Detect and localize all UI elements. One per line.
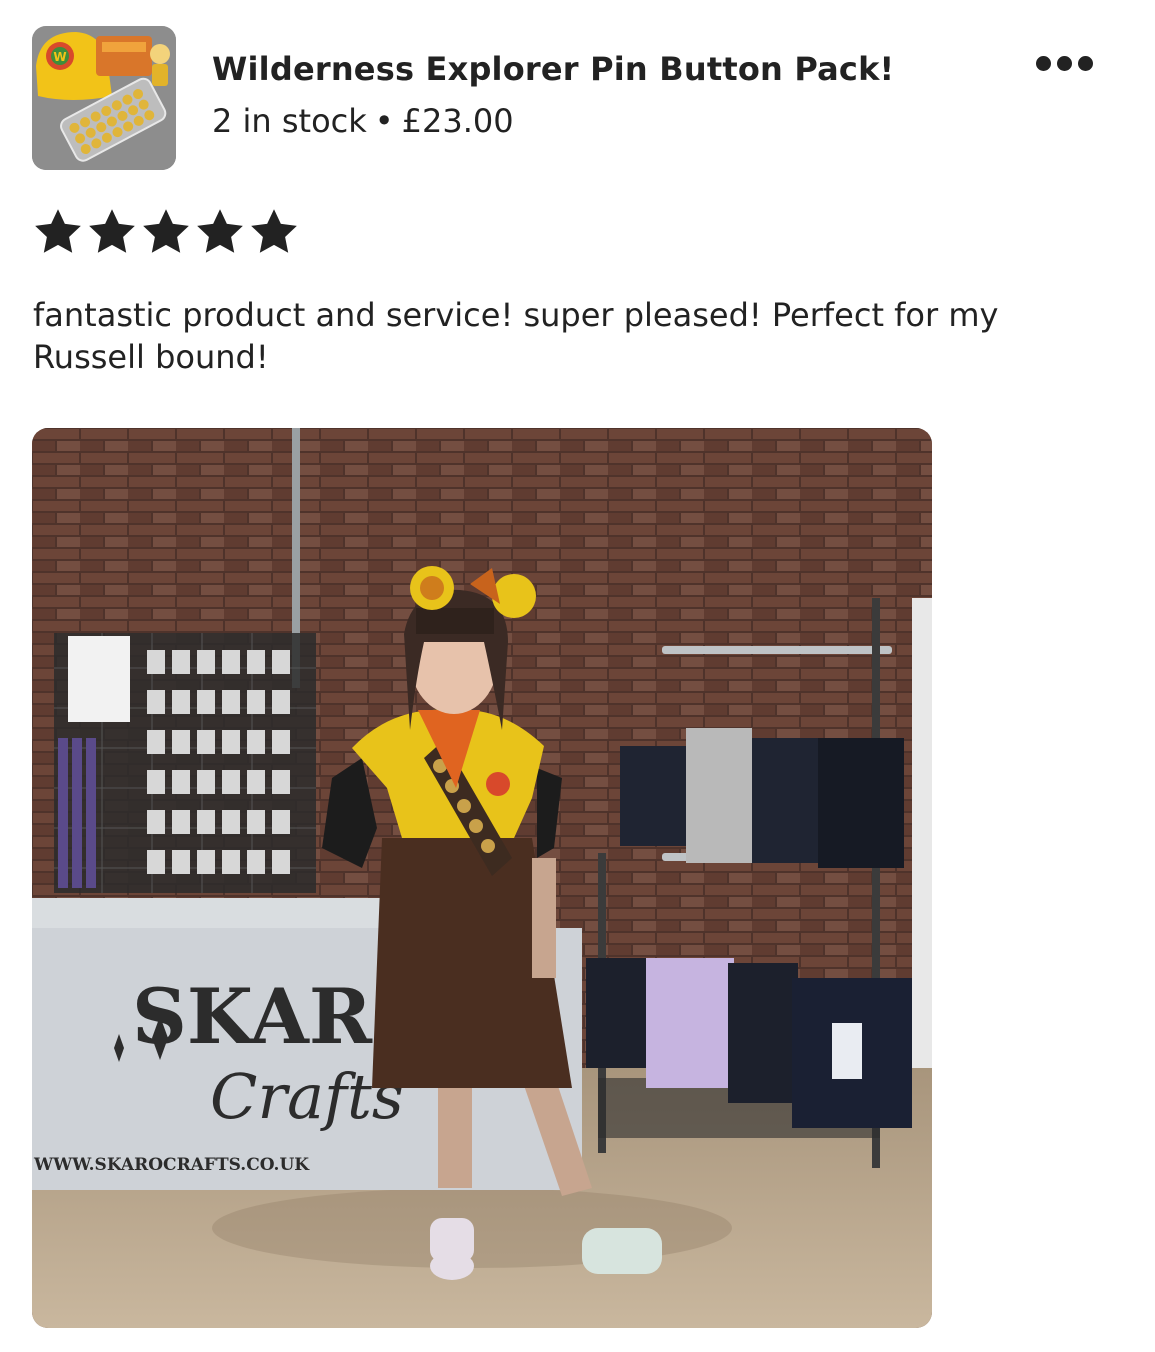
more-options-icon-dot xyxy=(1077,55,1093,71)
listing-title[interactable]: Wilderness Explorer Pin Button Pack! xyxy=(212,50,894,88)
star-icon xyxy=(35,209,81,253)
review-text: fantastic product and service! super ple… xyxy=(33,296,999,376)
product-thumbnail[interactable]: W xyxy=(32,26,176,170)
listing-meta: 2 in stock • £23.00 xyxy=(212,102,514,140)
star-icon xyxy=(251,209,297,253)
star-icon xyxy=(143,209,189,253)
review-photo[interactable]: SKARO Crafts WWW.SKAROCRAFTS.CO.UK xyxy=(32,428,932,1328)
stock-count: 2 in stock xyxy=(212,102,367,140)
star-icon xyxy=(197,209,243,253)
more-options-icon xyxy=(1035,55,1051,71)
banner-url: WWW.SKAROCRAFTS.CO.UK xyxy=(33,1155,310,1175)
star-icon xyxy=(89,209,135,253)
star-rating xyxy=(34,208,298,256)
more-options-button[interactable] xyxy=(1024,44,1104,82)
svg-text:W: W xyxy=(53,50,66,64)
listing-price: £23.00 xyxy=(401,102,514,140)
meta-separator: • xyxy=(374,102,394,140)
more-options-icon-dot xyxy=(1056,55,1072,71)
